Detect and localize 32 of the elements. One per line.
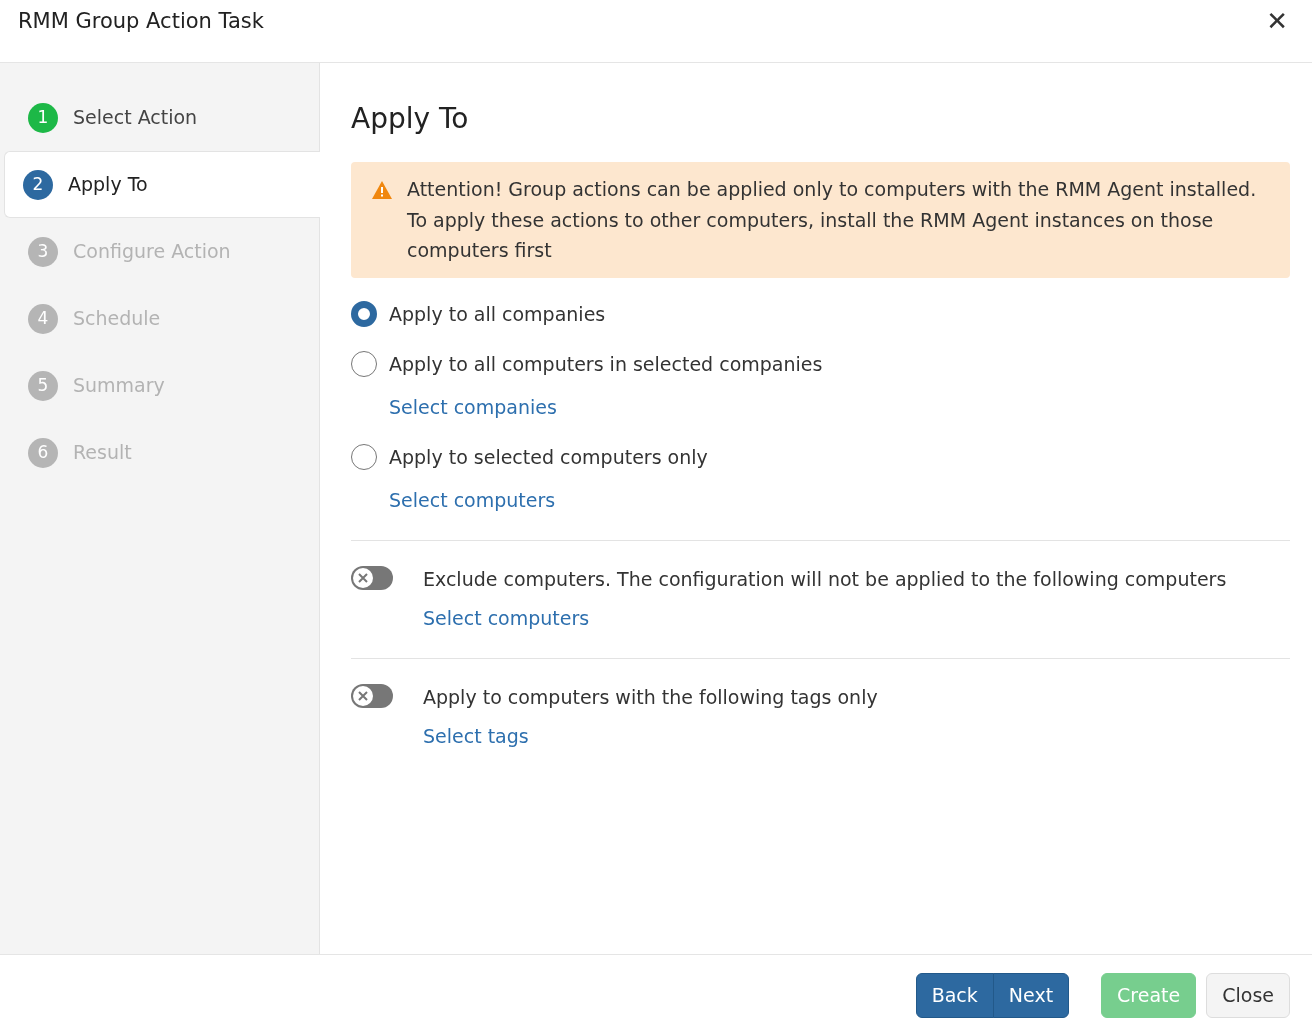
step-number-badge: 1 [28,102,58,133]
nav-button[interactable]: Back [915,973,994,1018]
select-link[interactable]: Select computers [389,485,556,514]
toggle-label: Exclude computers. The configuration will not be applied to the following computers [423,567,1227,592]
radio-button[interactable] [351,351,377,378]
close-button[interactable]: ✕ [1262,6,1292,36]
close-button[interactable]: Close [1206,973,1290,1018]
select-link[interactable]: Select computers [423,603,590,632]
step-number-badge: 4 [28,303,58,334]
toggle-switch[interactable] [351,566,393,590]
radio-button[interactable] [351,300,377,327]
alert-text: Attention! Group actions can be applied only to computers with the RMM Agent installed. To apply these actions to other computers, install the RMM Agent instances on those computers first [407,177,1258,263]
step-number-badge: 3 [28,236,58,267]
toggle-label: Apply to computers with the following tags only [423,685,878,710]
radio-label[interactable]: Apply to all companies [389,299,606,328]
section-heading: Apply To [351,101,470,137]
radio-label[interactable]: Apply to all computers in selected companies [389,350,823,379]
step-item[interactable]: 1 Select Action [4,84,319,151]
radio-label[interactable]: Apply to selected computers only [389,443,708,472]
step-number-badge: 2 [23,169,53,200]
dialog-title: RMM Group Action Task [18,8,264,35]
step-item[interactable]: 2 Apply To [4,151,320,218]
select-link[interactable]: Select tags [423,721,529,750]
close-circle-icon [353,686,373,706]
nav-button[interactable]: Next [992,973,1070,1018]
radio-button[interactable] [351,444,377,471]
warning-icon [371,180,393,200]
toggle-switch[interactable] [351,684,393,708]
close-circle-icon [353,568,373,588]
step-number-badge: 6 [28,437,58,468]
step-number-badge: 5 [28,370,58,401]
select-link[interactable]: Select companies [389,392,557,421]
